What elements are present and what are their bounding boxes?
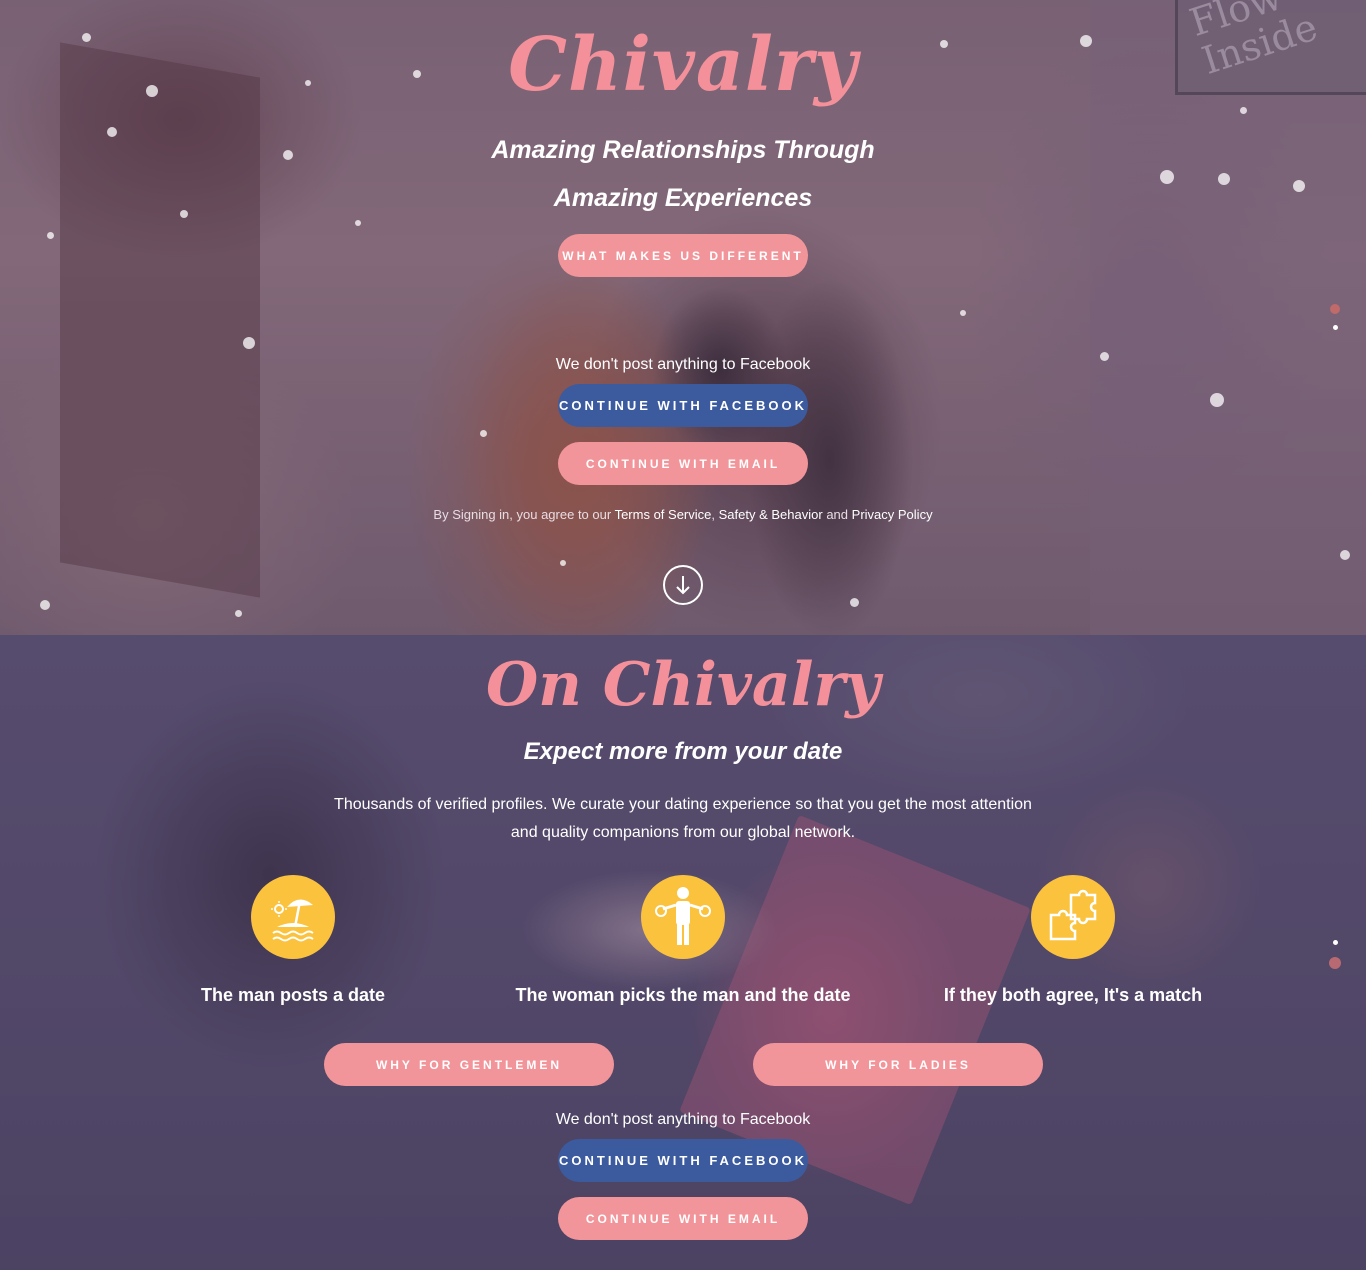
legal-and: and <box>826 507 849 522</box>
about-section: On Chivalry Expect more from your date T… <box>0 635 1366 1270</box>
continue-with-facebook-button-bottom[interactable]: CONTINUE WITH FACEBOOK <box>558 1139 808 1182</box>
facebook-privacy-note: We don't post anything to Facebook <box>555 356 811 373</box>
legal-comma: , <box>711 507 716 522</box>
section-nav-dot-hero-2[interactable] <box>1333 940 1338 945</box>
step-2-icon-circle <box>641 875 725 959</box>
section-description: Thousands of verified profiles. We curat… <box>334 796 1032 841</box>
brand-logo: Chivalry <box>508 22 858 108</box>
why-for-gentlemen-button[interactable]: WHY FOR GENTLEMEN <box>324 1043 614 1086</box>
puzzle-pieces-icon <box>1049 889 1097 941</box>
scroll-down-button[interactable] <box>663 565 703 605</box>
facebook-privacy-note-bottom: We don't post anything to Facebook <box>555 1111 811 1128</box>
hero-tagline-line1: Amazing Relationships Through <box>491 136 875 164</box>
terms-of-service-link[interactable]: Terms of Service <box>615 507 712 522</box>
arrow-down-icon <box>676 576 690 595</box>
safety-behavior-link[interactable]: Safety & Behavior <box>719 507 823 522</box>
beach-umbrella-icon <box>271 899 314 942</box>
step-1-label: The man posts a date <box>200 985 386 1005</box>
person-choosing-icon <box>655 887 711 945</box>
what-makes-us-different-button[interactable]: WHAT MAKES US DIFFERENT <box>558 234 808 277</box>
hero-tagline-line2: Amazing Experiences <box>553 184 813 212</box>
step-1-icon-circle <box>251 875 335 959</box>
section-subtitle: Expect more from your date <box>523 738 843 765</box>
privacy-policy-link[interactable]: Privacy Policy <box>852 507 933 522</box>
continue-with-facebook-button[interactable]: CONTINUE WITH FACEBOOK <box>558 384 808 427</box>
hero-section: Flow Inside Chivalry Amazing Relationshi… <box>0 0 1366 635</box>
continue-with-email-button[interactable]: CONTINUE WITH EMAIL <box>558 442 808 485</box>
continue-with-email-button-bottom[interactable]: CONTINUE WITH EMAIL <box>558 1197 808 1240</box>
section-nav-dot-about-2[interactable] <box>1329 957 1341 969</box>
section-nav-dot-hero[interactable] <box>1330 304 1340 314</box>
legal-agreement-text: By Signing in, you agree to our Terms of… <box>0 507 1366 522</box>
step-3-label: If they both agree, It's a match <box>943 985 1203 1005</box>
step-2-label: The woman picks the man and the date <box>515 985 851 1005</box>
section-title: On Chivalry <box>486 650 880 720</box>
why-for-ladies-button[interactable]: WHY FOR LADIES <box>753 1043 1043 1086</box>
step-3-icon-circle <box>1031 875 1115 959</box>
section-nav-dot-about[interactable] <box>1333 325 1338 330</box>
legal-prefix: By Signing in, you agree to our <box>433 507 612 522</box>
